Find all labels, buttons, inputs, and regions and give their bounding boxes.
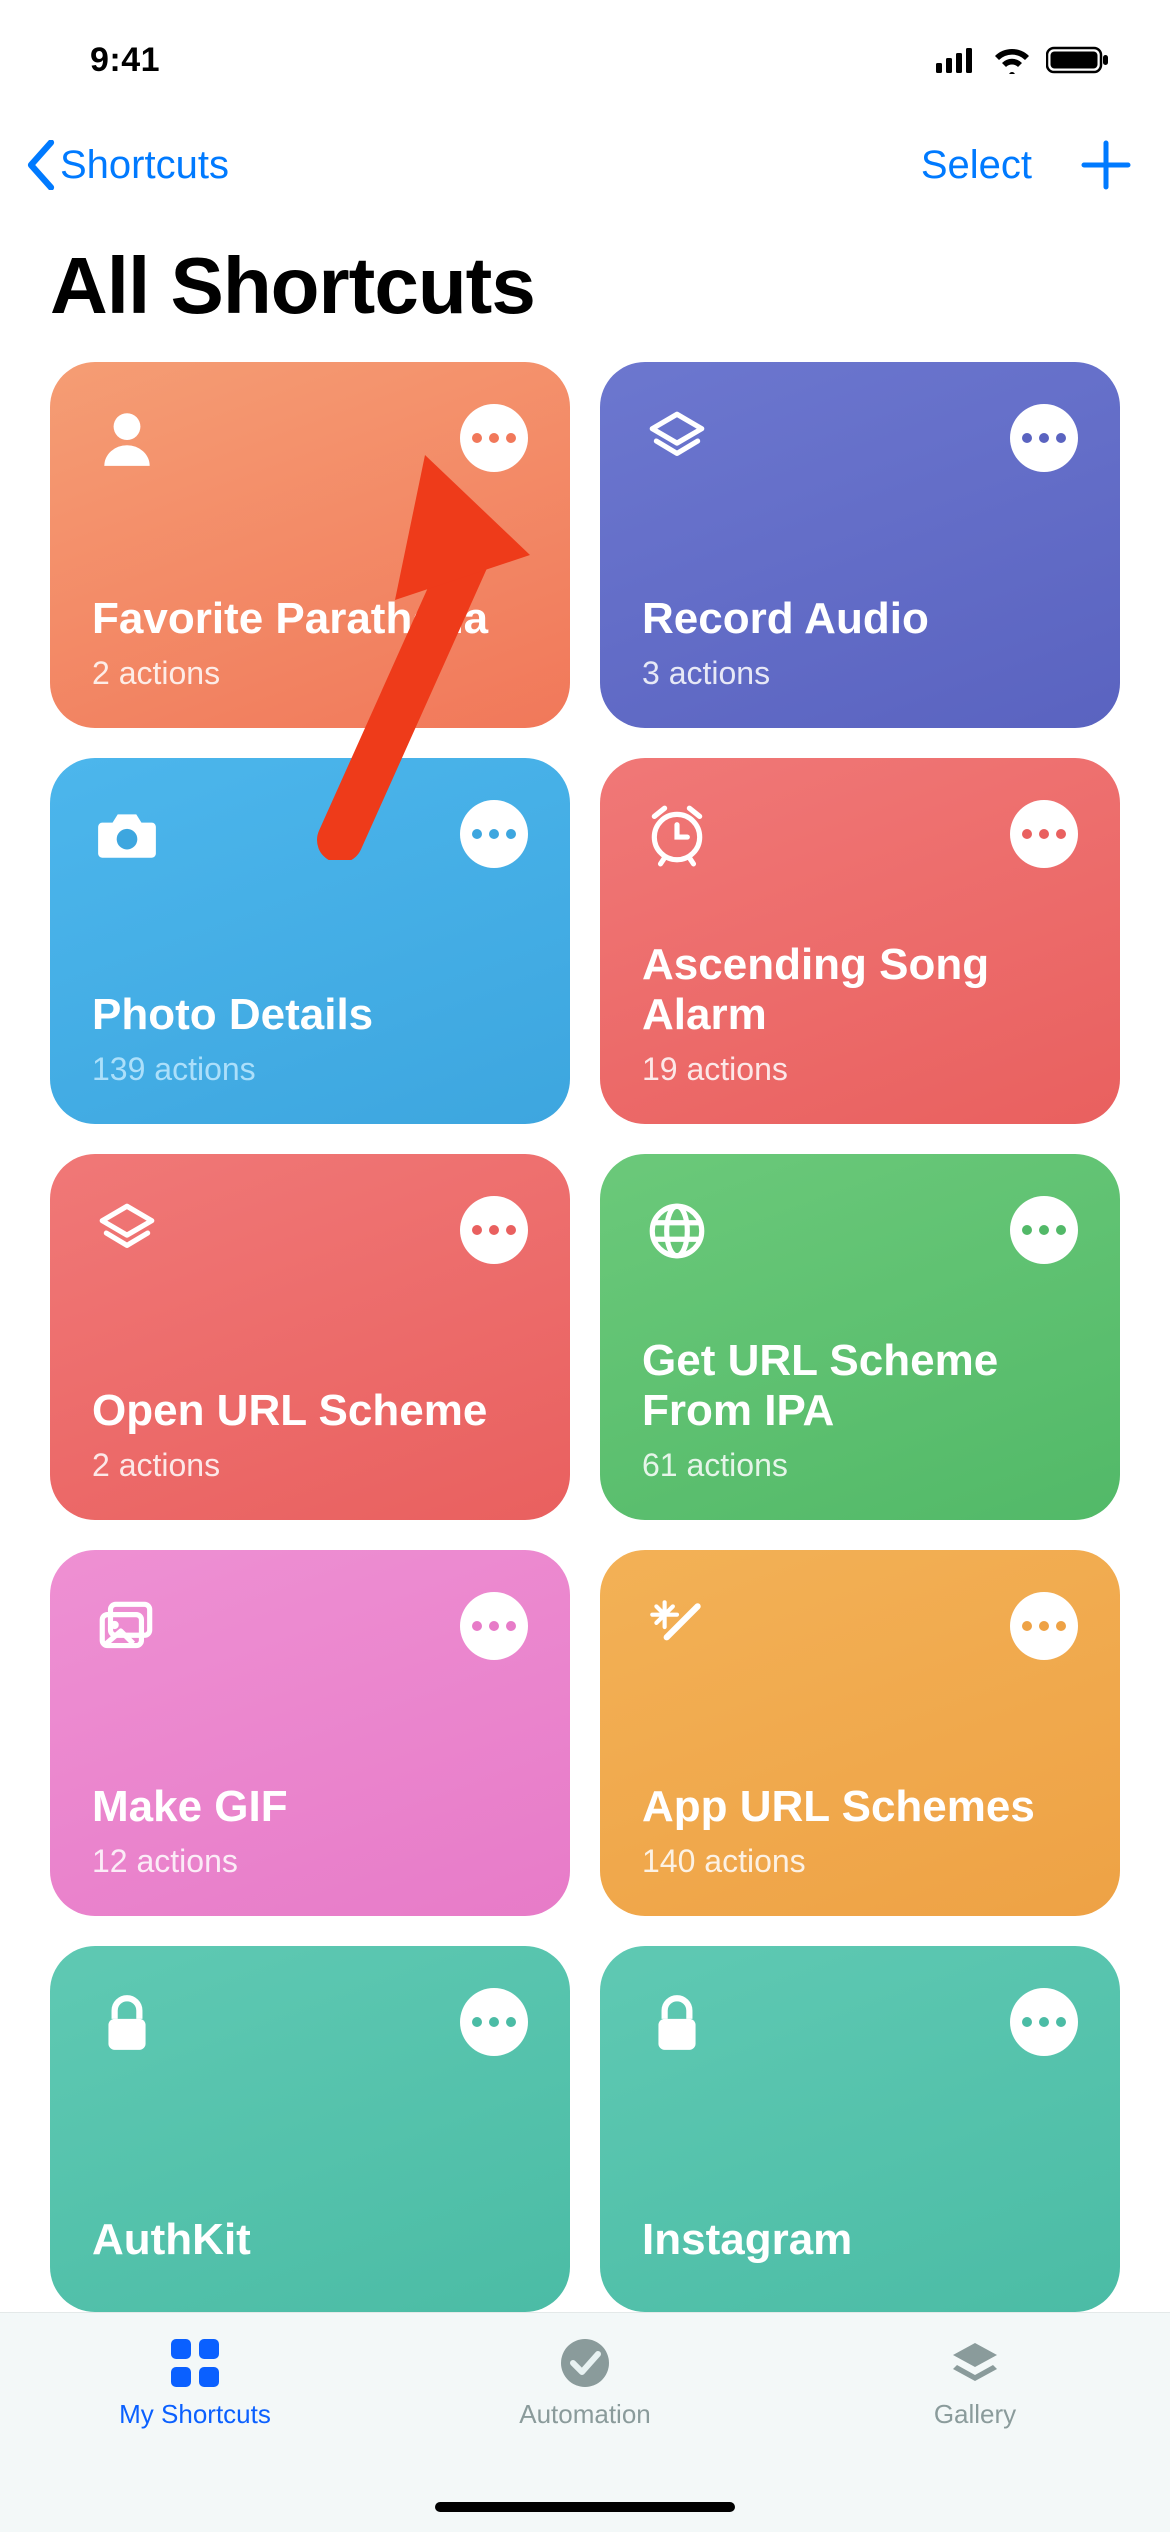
back-button[interactable]: Shortcuts	[24, 140, 229, 190]
tab-label: Gallery	[934, 2399, 1016, 2430]
shortcut-card[interactable]: Get URL Scheme From IPA 61 actions	[600, 1154, 1120, 1520]
card-body: Ascending Song Alarm 19 actions	[642, 940, 1078, 1088]
card-title: Photo Details	[92, 990, 528, 1041]
shortcut-card[interactable]: AuthKit	[50, 1946, 570, 2312]
card-more-button[interactable]	[1010, 1988, 1078, 2056]
nav-actions: Select	[921, 139, 1132, 191]
globe-icon	[642, 1196, 712, 1266]
shortcut-card[interactable]: Favorite Parathena 2 actions	[50, 362, 570, 728]
card-body: Get URL Scheme From IPA 61 actions	[642, 1336, 1078, 1484]
card-title: AuthKit	[92, 2215, 528, 2266]
wand-icon	[642, 1592, 712, 1662]
photos-icon	[92, 1592, 162, 1662]
alarm-icon	[642, 800, 712, 870]
home-indicator	[435, 2502, 735, 2512]
card-more-button[interactable]	[460, 1592, 528, 1660]
card-header	[642, 800, 1078, 870]
battery-icon	[1046, 46, 1110, 74]
shortcut-card[interactable]: Ascending Song Alarm 19 actions	[600, 758, 1120, 1124]
card-title: Favorite Parathena	[92, 594, 528, 645]
card-subtitle: 12 actions	[92, 1843, 528, 1880]
shortcuts-grid: Favorite Parathena 2 actions Record Audio 3…	[0, 362, 1170, 2312]
camera-icon	[92, 800, 162, 870]
layers-icon	[947, 2335, 1003, 2391]
card-header	[92, 800, 528, 870]
shortcut-card[interactable]: Photo Details 139 actions	[50, 758, 570, 1124]
shortcut-card[interactable]: Make GIF 12 actions	[50, 1550, 570, 1916]
page-title: All Shortcuts	[0, 210, 1170, 362]
nav-bar: Shortcuts Select	[0, 120, 1170, 210]
card-title: Instagram	[642, 2215, 1078, 2266]
select-button[interactable]: Select	[921, 143, 1032, 188]
cellular-icon	[936, 47, 978, 73]
status-indicators	[936, 46, 1110, 74]
tab-bar: My Shortcuts Automation Gallery	[0, 2312, 1170, 2532]
card-title: Get URL Scheme From IPA	[642, 1336, 1078, 1437]
card-body: Make GIF 12 actions	[92, 1782, 528, 1880]
wifi-icon	[992, 46, 1032, 74]
shortcut-card[interactable]: Record Audio 3 actions	[600, 362, 1120, 728]
card-more-button[interactable]	[460, 404, 528, 472]
card-title: Open URL Scheme	[92, 1386, 528, 1437]
card-subtitle: 3 actions	[642, 655, 1078, 692]
card-header	[92, 1988, 528, 2058]
card-more-button[interactable]	[460, 800, 528, 868]
layers-icon	[642, 404, 712, 474]
chevron-left-icon	[24, 140, 58, 190]
plus-icon	[1080, 139, 1132, 191]
card-body: Instagram	[642, 2215, 1078, 2276]
card-subtitle: 139 actions	[92, 1051, 528, 1088]
card-body: Favorite Parathena 2 actions	[92, 594, 528, 692]
card-subtitle: 2 actions	[92, 655, 528, 692]
layers-icon	[92, 1196, 162, 1266]
card-header	[92, 1196, 528, 1266]
lock-icon	[642, 1988, 712, 2058]
status-time: 9:41	[90, 41, 160, 80]
grid-icon	[167, 2335, 223, 2391]
tab-label: My Shortcuts	[119, 2399, 271, 2430]
card-subtitle: 2 actions	[92, 1447, 528, 1484]
card-more-button[interactable]	[1010, 1592, 1078, 1660]
tab-gallery[interactable]: Gallery	[845, 2335, 1105, 2430]
back-label: Shortcuts	[60, 143, 229, 188]
tab-automation[interactable]: Automation	[455, 2335, 715, 2430]
card-body: AuthKit	[92, 2215, 528, 2276]
card-title: Ascending Song Alarm	[642, 940, 1078, 1041]
card-title: App URL Schemes	[642, 1782, 1078, 1833]
check-circle-icon	[557, 2335, 613, 2391]
add-button[interactable]	[1080, 139, 1132, 191]
shortcut-card[interactable]: Open URL Scheme 2 actions	[50, 1154, 570, 1520]
tab-label: Automation	[519, 2399, 651, 2430]
card-subtitle: 61 actions	[642, 1447, 1078, 1484]
status-bar: 9:41	[0, 0, 1170, 120]
card-header	[642, 1196, 1078, 1266]
card-header	[642, 404, 1078, 474]
card-body: Open URL Scheme 2 actions	[92, 1386, 528, 1484]
card-body: App URL Schemes 140 actions	[642, 1782, 1078, 1880]
shortcut-card[interactable]: Instagram	[600, 1946, 1120, 2312]
card-body: Photo Details 139 actions	[92, 990, 528, 1088]
card-more-button[interactable]	[1010, 800, 1078, 868]
shortcut-card[interactable]: App URL Schemes 140 actions	[600, 1550, 1120, 1916]
card-body: Record Audio 3 actions	[642, 594, 1078, 692]
card-more-button[interactable]	[1010, 404, 1078, 472]
card-header	[92, 1592, 528, 1662]
card-more-button[interactable]	[460, 1988, 528, 2056]
card-subtitle: 19 actions	[642, 1051, 1078, 1088]
card-more-button[interactable]	[1010, 1196, 1078, 1264]
card-more-button[interactable]	[460, 1196, 528, 1264]
card-header	[642, 1988, 1078, 2058]
person-icon	[92, 404, 162, 474]
card-title: Make GIF	[92, 1782, 528, 1833]
screen: 9:41 Shortcuts Select All Shortcuts Favo…	[0, 0, 1170, 2532]
lock-icon	[92, 1988, 162, 2058]
card-header	[92, 404, 528, 474]
tab-my-shortcuts[interactable]: My Shortcuts	[65, 2335, 325, 2430]
card-title: Record Audio	[642, 594, 1078, 645]
card-header	[642, 1592, 1078, 1662]
card-subtitle: 140 actions	[642, 1843, 1078, 1880]
